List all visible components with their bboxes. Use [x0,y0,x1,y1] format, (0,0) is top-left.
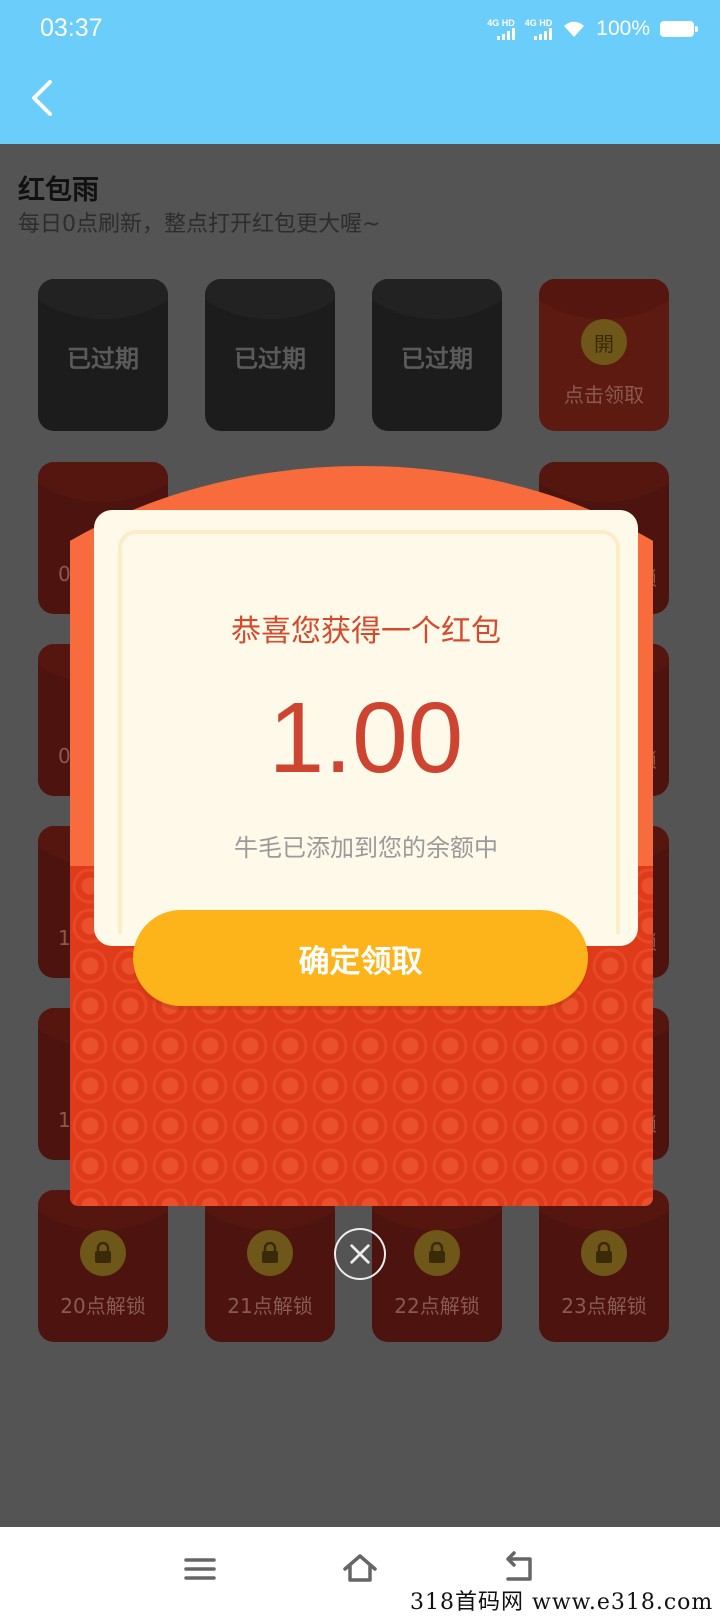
status-icons: 4G HD 4G HD 100% [487,14,698,44]
packet-locked: 20点解锁 [38,1190,168,1342]
home-icon[interactable] [340,1549,380,1589]
status-time: 03:37 [40,14,103,42]
battery-icon [660,21,698,37]
signal-icon: 4G HD [487,18,515,40]
open-coin-icon: 開 [581,319,627,365]
packet-locked: 22点解锁 [372,1190,502,1342]
packet-label: 已过期 [67,345,139,373]
wifi-icon [564,21,585,37]
packet-label: 已过期 [401,345,473,373]
lock-icon [247,1230,293,1276]
sim1-label: 4G HD [487,18,515,28]
chevron-left-icon[interactable] [22,76,66,120]
sim2-label: 4G HD [524,18,553,28]
packet-label: 20点解锁 [60,1294,146,1318]
close-circle-icon[interactable] [334,1228,386,1280]
packet-locked: 23点解锁 [539,1190,669,1342]
packet-claim[interactable]: 開 点击领取 [539,279,669,431]
packet-locked: 21点解锁 [205,1190,335,1342]
lock-icon [581,1230,627,1276]
lock-icon [80,1230,126,1276]
packet-expired: 已过期 [38,279,168,431]
signal-icon: 4G HD [525,18,553,40]
app-header: 03:37 4G HD 4G HD 100% [0,0,720,144]
confirm-claim-button[interactable]: 确定领取 [133,910,588,1006]
lock-icon [414,1230,460,1276]
battery-percent: 100% [596,17,650,40]
packet-label: 23点解锁 [561,1294,647,1318]
back-icon[interactable] [500,1549,540,1589]
packet-expired: 已过期 [372,279,502,431]
packet-label: 点击领取 [564,383,644,407]
reward-card: 恭喜您获得一个红包 1.00 牛毛已添加到您的余额中 [94,510,638,946]
packet-label: 21点解锁 [227,1294,313,1318]
packet-label: 22点解锁 [394,1294,480,1318]
watermark-text: 318首码网 www.e318.com [410,1590,714,1615]
packet-expired: 已过期 [205,279,335,431]
reward-amount: 1.00 [268,682,464,794]
packet-label: 已过期 [234,345,306,373]
menu-icon[interactable] [180,1549,220,1589]
congrats-text: 恭喜您获得一个红包 [231,614,501,649]
reward-note: 牛毛已添加到您的余额中 [234,834,498,862]
